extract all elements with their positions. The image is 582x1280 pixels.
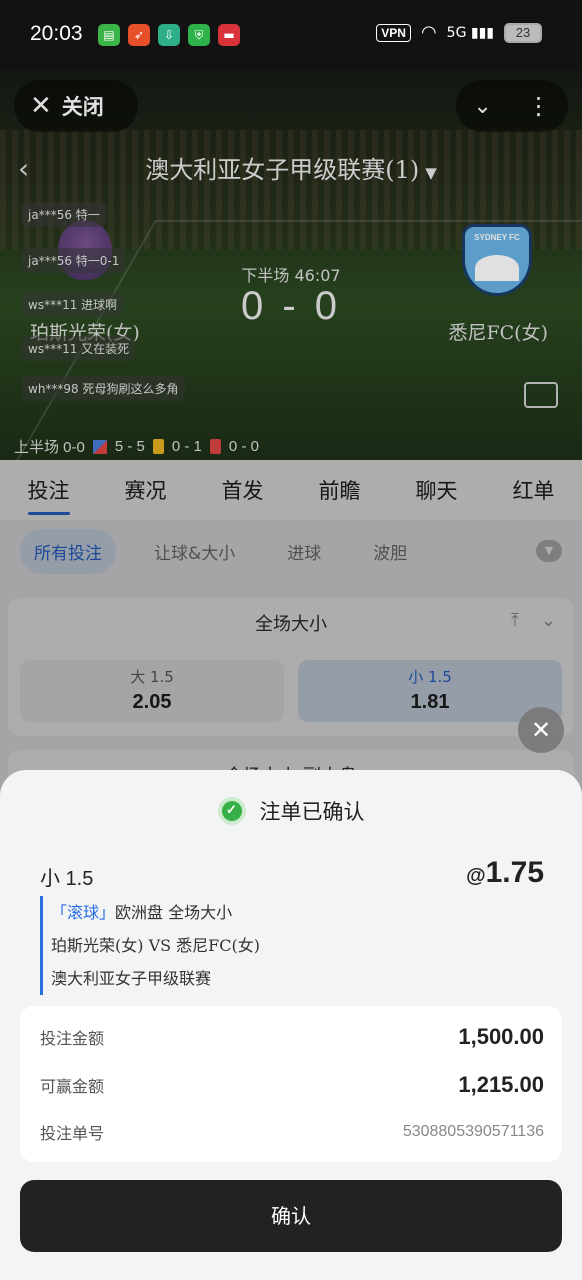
send-app-icon: ➶ [128, 24, 150, 46]
battery-icon: 23 [504, 22, 542, 43]
message-app-icon: ▤ [98, 24, 120, 46]
bet-id-value: 5308805390571136 [402, 1123, 544, 1140]
stake-row: 投注金额 1,500.00 [40, 1024, 544, 1050]
stake-value: 1,500.00 [458, 1024, 544, 1049]
league-line: 澳大利亚女子甲级联赛 [51, 969, 212, 988]
sheet-header: ✓ 注单已确认 [0, 796, 582, 826]
vpn-badge: VPN [376, 23, 411, 42]
confirm-button[interactable]: 确认 [20, 1180, 562, 1252]
teams-line: 珀斯光荣(女) VS 悉尼FC(女) [51, 936, 261, 955]
shield-app-icon: ⛨ [188, 24, 210, 46]
bet-details: 「滚球」欧洲盘 全场大小 珀斯光荣(女) VS 悉尼FC(女) 澳大利亚女子甲级… [40, 896, 260, 995]
bet-id-row: 投注单号 5308805390571136 [40, 1120, 544, 1144]
live-tag: 「滚球」 [51, 903, 116, 922]
wifi-icon: ◠ [420, 22, 437, 43]
win-row: 可赢金额 1,215.00 [40, 1072, 544, 1098]
bet-confirmation-sheet: ✓ 注单已确认 小 1.5 @1.75 「滚球」欧洲盘 全场大小 珀斯光荣(女)… [0, 770, 582, 1280]
hero-overlay [0, 70, 582, 460]
sheet-close-button[interactable]: ✕ [518, 707, 564, 753]
notification-icons: ▤ ➶ ⇩ ⛨ ▬ [98, 24, 240, 46]
signal-icon: 5G ▮▮▮ [446, 24, 494, 41]
market-line: 「滚球」欧洲盘 全场大小 [51, 903, 233, 922]
status-bar: 20:03 ▤ ➶ ⇩ ⛨ ▬ VPN ◠ 5G ▮▮▮ 23 [0, 0, 582, 70]
win-value: 1,215.00 [458, 1072, 544, 1097]
success-check-icon: ✓ [217, 797, 246, 825]
bag-app-icon: ▬ [218, 24, 240, 46]
status-right: VPN ◠ 5G ▮▮▮ 23 [376, 22, 542, 43]
selection-name: 小 1.5 [40, 868, 94, 890]
download-app-icon: ⇩ [158, 24, 180, 46]
bet-id-label: 投注单号 [40, 1124, 105, 1143]
selection-odds: @1.75 [466, 856, 544, 889]
win-label: 可赢金额 [40, 1077, 105, 1096]
status-time: 20:03 [30, 22, 83, 45]
sheet-title: 注单已确认 [259, 800, 365, 824]
stake-label: 投注金额 [40, 1029, 105, 1048]
bet-info-card: 投注金额 1,500.00 可赢金额 1,215.00 投注单号 5308805… [20, 1006, 562, 1162]
